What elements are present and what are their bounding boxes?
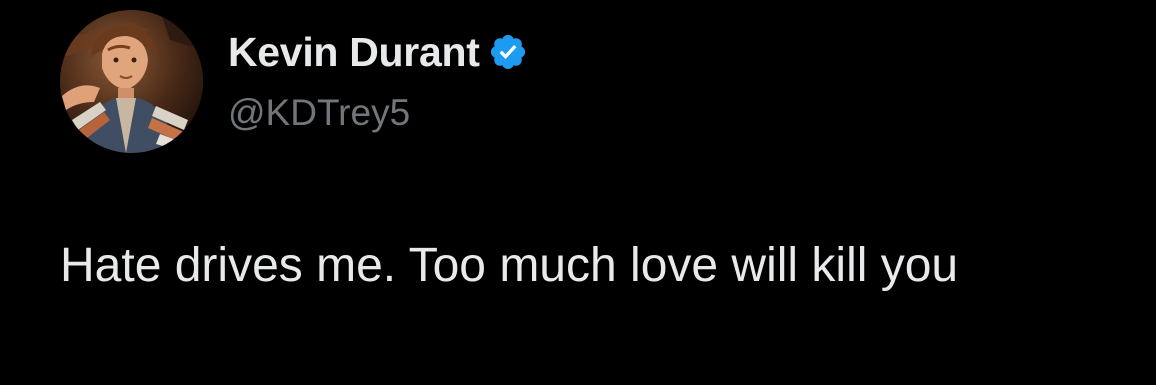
- author-handle[interactable]: @KDTrey5: [228, 92, 410, 134]
- author-name-row: Kevin Durant: [228, 24, 528, 80]
- verified-badge-icon[interactable]: [488, 32, 528, 72]
- tweet-text: Hate drives me. Too much love will kill …: [60, 239, 959, 292]
- profile-photo-icon: [60, 10, 203, 153]
- avatar[interactable]: [60, 10, 203, 153]
- tweet-card: Kevin Durant @KDTrey5 Hate drives me. To…: [0, 0, 1156, 385]
- author-display-name[interactable]: Kevin Durant: [228, 29, 480, 76]
